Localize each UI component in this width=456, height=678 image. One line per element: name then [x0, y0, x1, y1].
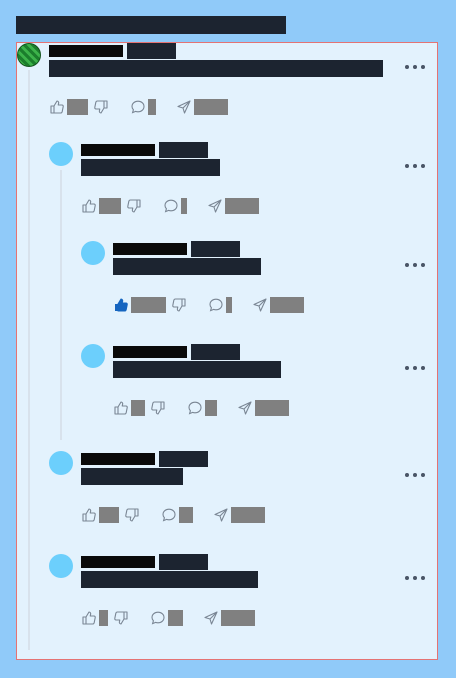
comment-author[interactable] — [113, 346, 187, 358]
comment-icon[interactable] — [163, 198, 179, 214]
more-options-button[interactable] — [405, 163, 425, 169]
comment-handle — [127, 43, 176, 59]
comment-handle — [159, 142, 208, 158]
like-count — [67, 99, 88, 115]
comment-icon[interactable] — [161, 507, 177, 523]
comment-author[interactable] — [49, 45, 123, 57]
more-options-button[interactable] — [405, 64, 425, 70]
thumbs-up-icon[interactable] — [81, 610, 97, 626]
more-options-button[interactable] — [405, 262, 425, 268]
reply-count — [168, 610, 183, 626]
like-count — [99, 198, 121, 214]
thumbs-up-icon[interactable] — [81, 198, 97, 214]
send-icon[interactable] — [252, 297, 268, 313]
comment-author[interactable] — [113, 243, 187, 255]
reply-count — [179, 507, 193, 523]
thread-line-root — [28, 70, 30, 650]
comment-text — [81, 468, 183, 485]
thumbs-up-icon[interactable] — [113, 297, 129, 313]
send-icon[interactable] — [213, 507, 229, 523]
thumbs-up-icon[interactable] — [81, 507, 97, 523]
thumbs-down-icon[interactable] — [150, 400, 166, 416]
comment-author[interactable] — [81, 144, 155, 156]
share-label[interactable] — [225, 198, 259, 214]
thumbs-down-icon[interactable] — [113, 610, 129, 626]
like-count — [99, 507, 119, 523]
share-label[interactable] — [270, 297, 304, 313]
reply-count — [148, 99, 156, 115]
send-icon[interactable] — [203, 610, 219, 626]
more-options-button[interactable] — [405, 575, 425, 581]
thumbs-up-icon[interactable] — [49, 99, 65, 115]
avatar[interactable] — [81, 241, 105, 265]
page-title — [16, 16, 286, 34]
comment-icon[interactable] — [130, 99, 146, 115]
more-options-button[interactable] — [405, 472, 425, 478]
avatar[interactable] — [49, 142, 73, 166]
share-label[interactable] — [194, 99, 228, 115]
thread-line-nested — [60, 170, 62, 440]
comment-handle — [159, 554, 208, 570]
comment-icon[interactable] — [150, 610, 166, 626]
comment-text — [113, 361, 281, 378]
comment-text — [49, 60, 383, 77]
comment-icon[interactable] — [187, 400, 203, 416]
thumbs-down-icon[interactable] — [171, 297, 187, 313]
comment-handle — [159, 451, 208, 467]
comment-handle — [191, 344, 240, 360]
send-icon[interactable] — [176, 99, 192, 115]
thumbs-down-icon[interactable] — [124, 507, 140, 523]
comment-text — [81, 571, 258, 588]
avatar[interactable] — [49, 451, 73, 475]
comment-text — [81, 159, 220, 176]
like-count — [99, 610, 108, 626]
comment-author[interactable] — [81, 556, 155, 568]
send-icon[interactable] — [237, 400, 253, 416]
reply-count — [226, 297, 232, 313]
comment-author[interactable] — [81, 453, 155, 465]
avatar[interactable] — [49, 554, 73, 578]
share-label[interactable] — [231, 507, 265, 523]
send-icon[interactable] — [207, 198, 223, 214]
like-count — [131, 297, 166, 313]
share-label[interactable] — [221, 610, 255, 626]
avatar[interactable] — [17, 43, 41, 67]
comment-handle — [191, 241, 240, 257]
reply-count — [181, 198, 187, 214]
avatar[interactable] — [81, 344, 105, 368]
more-options-button[interactable] — [405, 365, 425, 371]
comment-icon[interactable] — [208, 297, 224, 313]
reply-count — [205, 400, 217, 416]
thumbs-up-icon[interactable] — [113, 400, 129, 416]
like-count — [131, 400, 145, 416]
share-label[interactable] — [255, 400, 289, 416]
comment-text — [113, 258, 261, 275]
thumbs-down-icon[interactable] — [93, 99, 109, 115]
thumbs-down-icon[interactable] — [126, 198, 142, 214]
